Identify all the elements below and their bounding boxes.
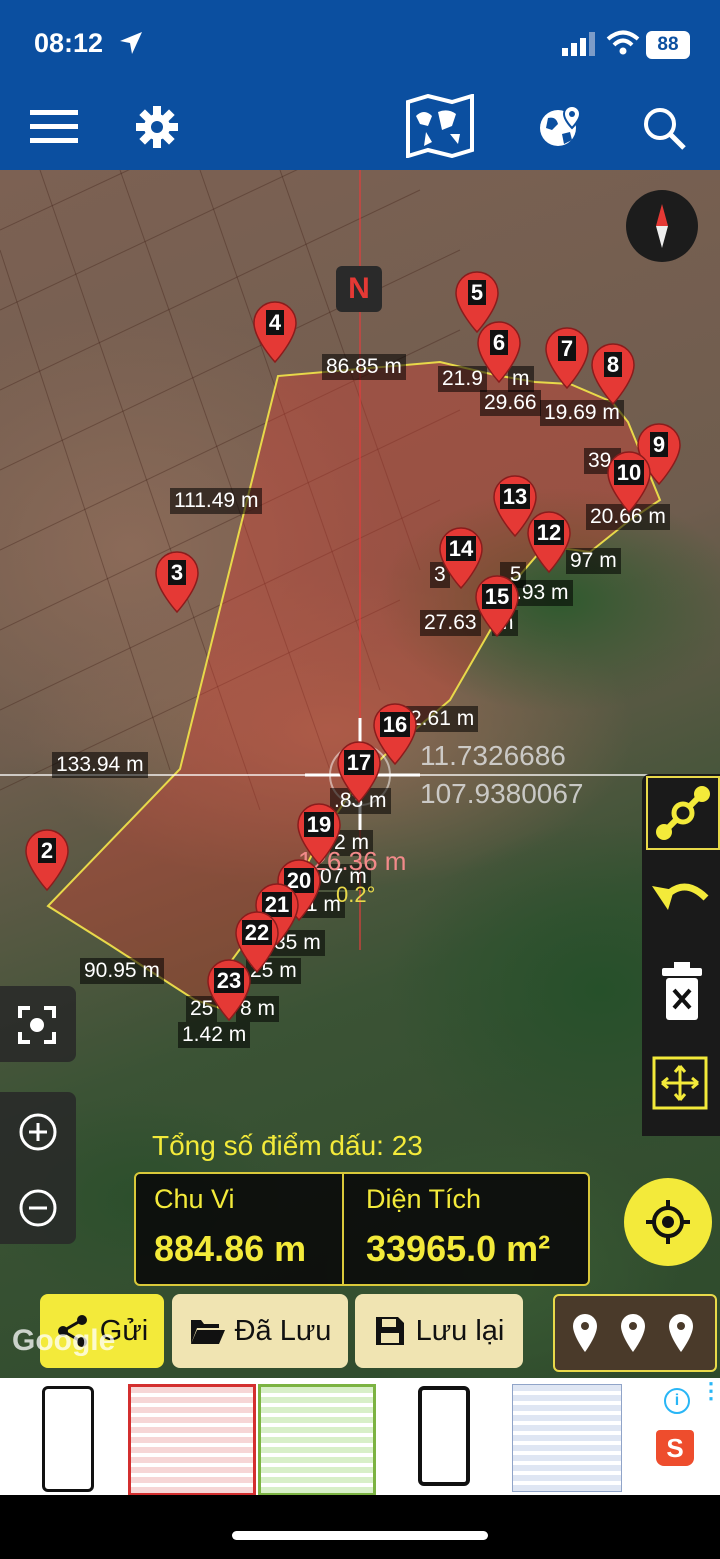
cursor-longitude: 107.9380067 bbox=[420, 778, 584, 809]
ad-phone-screen-image[interactable] bbox=[42, 1386, 94, 1492]
marker-number: 17 bbox=[336, 740, 382, 786]
marker-number: 23 bbox=[206, 958, 252, 1004]
home-indicator-area bbox=[0, 1495, 720, 1559]
segment-label: 90.95 m bbox=[80, 958, 164, 984]
gear-icon[interactable] bbox=[136, 106, 178, 148]
segment-label: 97 m bbox=[566, 548, 621, 574]
segment-label: 133.94 m bbox=[52, 752, 148, 778]
search-icon[interactable] bbox=[642, 106, 686, 150]
ad-number-list-image[interactable] bbox=[512, 1384, 622, 1492]
compass-icon bbox=[656, 204, 668, 248]
location-arrow-icon bbox=[120, 32, 142, 54]
segment-label: 86.85 m bbox=[322, 354, 406, 380]
map-marker-15[interactable]: 15 bbox=[474, 574, 520, 638]
markers-icon bbox=[573, 1314, 693, 1352]
segment-label: 27.63 bbox=[420, 610, 481, 636]
crosshair-icon bbox=[646, 1200, 690, 1244]
measurement-summary: Chu Vi 884.86 m Diện Tích 33965.0 m² bbox=[134, 1172, 590, 1286]
segment-label: 111.49 m bbox=[170, 488, 263, 514]
fit-bounds-icon bbox=[652, 1056, 708, 1110]
hamburger-icon[interactable] bbox=[30, 108, 78, 146]
ad-more-icon[interactable]: ⋮ bbox=[700, 1380, 720, 1402]
map-marker-10[interactable]: 10 bbox=[606, 450, 652, 514]
marker-number: 13 bbox=[492, 474, 538, 520]
marker-number: 6 bbox=[476, 320, 522, 366]
marker-number: 22 bbox=[234, 910, 280, 956]
map-marker-19[interactable]: 19 bbox=[296, 802, 342, 866]
marker-number: 10 bbox=[606, 450, 652, 496]
map-marker-17[interactable]: 17 bbox=[336, 740, 382, 804]
perimeter-value: 884.86 m bbox=[154, 1228, 307, 1269]
signal-icon bbox=[562, 32, 595, 56]
ad-sim-list-image[interactable] bbox=[258, 1384, 376, 1496]
shopee-icon[interactable]: S bbox=[656, 1430, 694, 1466]
globe-pin-icon[interactable] bbox=[538, 104, 584, 150]
cursor-angle: 0.2° bbox=[336, 882, 376, 907]
marker-number: 2 bbox=[24, 828, 70, 874]
map-marker-4[interactable]: 4 bbox=[252, 300, 298, 364]
undo-icon[interactable] bbox=[648, 870, 714, 920]
my-location-button[interactable] bbox=[624, 1178, 712, 1266]
map-marker-7[interactable]: 7 bbox=[544, 326, 590, 390]
battery-indicator: 88 bbox=[646, 31, 690, 59]
area-value: 33965.0 m² bbox=[366, 1228, 551, 1269]
map-marker-2[interactable]: 2 bbox=[24, 828, 70, 892]
segment-label: 29.66 bbox=[480, 390, 541, 416]
point-count: Tổng số điểm dấu: 23 bbox=[152, 1130, 423, 1162]
map-marker-8[interactable]: 8 bbox=[590, 342, 636, 406]
app-toolbar: 08:12 88 bbox=[0, 0, 720, 170]
ad-phone-image[interactable] bbox=[418, 1386, 470, 1486]
cursor-latitude: 11.7326686 bbox=[420, 740, 566, 771]
zoom-in-icon[interactable] bbox=[18, 1112, 58, 1152]
compass-button[interactable] bbox=[626, 190, 698, 262]
marker-number: 3 bbox=[154, 550, 200, 596]
ad-sim-list-image[interactable] bbox=[128, 1384, 256, 1496]
save-label: Lưu lại bbox=[415, 1314, 505, 1347]
wifi-icon bbox=[606, 30, 640, 55]
segment-label: 1.42 m bbox=[178, 1022, 251, 1048]
marker-number: 4 bbox=[252, 300, 298, 346]
map-marker-23[interactable]: 23 bbox=[206, 958, 252, 1022]
zoom-controls bbox=[0, 1092, 76, 1244]
marker-number: 5 bbox=[454, 270, 500, 316]
marker-number: 19 bbox=[296, 802, 342, 848]
home-indicator[interactable] bbox=[232, 1531, 488, 1540]
folder-open-icon bbox=[190, 1320, 225, 1344]
polyline-icon bbox=[656, 786, 710, 840]
north-badge: N bbox=[336, 266, 382, 312]
ad-banner[interactable]: i ⋮ S bbox=[0, 1378, 720, 1496]
map-marker-3[interactable]: 3 bbox=[154, 550, 200, 614]
focus-icon bbox=[18, 1006, 56, 1044]
markers-toggle-button[interactable] bbox=[553, 1294, 717, 1372]
point-count-value: 23 bbox=[391, 1130, 423, 1161]
marker-number: 7 bbox=[544, 326, 590, 372]
saved-button[interactable]: Đã Lưu bbox=[172, 1294, 348, 1368]
world-map-icon[interactable] bbox=[404, 94, 476, 158]
status-time: 08:12 bbox=[34, 28, 104, 58]
zoom-out-icon[interactable] bbox=[18, 1188, 58, 1228]
map-marker-13[interactable]: 13 bbox=[492, 474, 538, 538]
perimeter-label: Chu Vi bbox=[154, 1184, 235, 1214]
fit-bounds-button[interactable] bbox=[642, 1030, 720, 1136]
google-logo: Google bbox=[12, 1324, 116, 1357]
marker-number: 8 bbox=[590, 342, 636, 388]
floppy-disk-icon bbox=[375, 1317, 404, 1345]
saved-label: Đã Lưu bbox=[234, 1314, 332, 1347]
marker-number: 15 bbox=[474, 574, 520, 620]
ad-info-icon[interactable]: i bbox=[664, 1388, 690, 1414]
delete-icon[interactable] bbox=[658, 962, 706, 1022]
focus-button[interactable] bbox=[0, 986, 76, 1062]
area-label: Diện Tích bbox=[366, 1184, 482, 1214]
marker-number: 14 bbox=[438, 526, 484, 572]
map-marker-6[interactable]: 6 bbox=[476, 320, 522, 384]
polyline-mode-button[interactable] bbox=[646, 776, 720, 850]
save-button[interactable]: Lưu lại bbox=[355, 1294, 523, 1368]
point-count-label: Tổng số điểm dấu: bbox=[152, 1130, 384, 1161]
summary-divider bbox=[342, 1174, 344, 1284]
